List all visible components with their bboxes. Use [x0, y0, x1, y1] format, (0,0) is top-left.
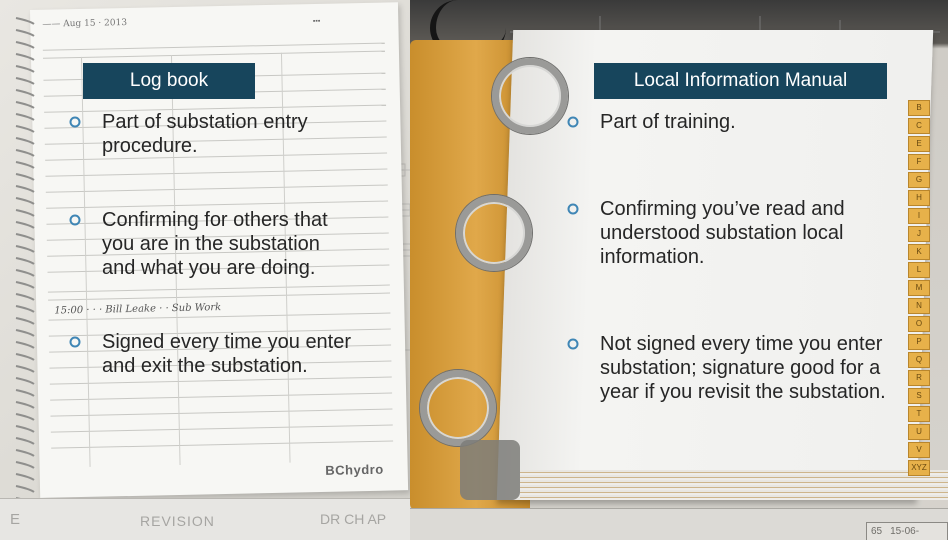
bchydro-logo: BChydro	[325, 461, 384, 478]
manual-bullet-text: Confirming you’ve read and understood su…	[600, 198, 845, 268]
binder-page-edges	[520, 470, 948, 500]
blueprint-revision-label: REVISION	[140, 513, 215, 529]
binder-ring-mechanism	[460, 440, 520, 500]
blueprint-sheet-bottom: E REVISION DR CH AP	[0, 498, 410, 540]
binder-ring-middle	[456, 195, 532, 271]
blueprint-stamp: 65 15-06-	[866, 522, 948, 540]
blueprint-letter: E	[10, 511, 21, 528]
index-tabs: BCE FGH IJK LMN OPQ RST U V XYZ	[908, 100, 932, 490]
circle-bullet-icon	[567, 116, 579, 128]
circle-bullet-icon	[567, 338, 579, 350]
log-book-bullet-text: Confirming for others that you are in th…	[102, 209, 328, 279]
manual-bullet: Confirming you’ve read and understood su…	[566, 197, 896, 269]
log-book-title: Log book	[83, 63, 255, 99]
manual-bullet-text: Not signed every time you enter substati…	[600, 333, 886, 403]
spiral-binding	[15, 17, 35, 505]
slide: —— Aug 15 · 2013 ▪▪▪ 15:00 · · · Bill Le…	[0, 0, 948, 540]
log-book-bullet: Confirming for others that you are in th…	[68, 208, 358, 280]
circle-bullet-icon	[69, 214, 81, 226]
circle-bullet-icon	[567, 203, 579, 215]
log-book-bullet-text: Signed every time you enter and exit the…	[102, 331, 352, 377]
notebook-header-logo: ▪▪▪	[312, 17, 321, 26]
log-book-bullet-text: Part of substation entry procedure.	[102, 111, 308, 157]
log-book-bullet-list: Part of substation entry procedure. Conf…	[68, 110, 358, 378]
manual-bullet: Part of training.	[566, 110, 896, 134]
log-book-bullet: Part of substation entry procedure.	[68, 110, 358, 158]
binder-ring-bottom	[420, 370, 496, 446]
blueprint-columns: DR CH AP	[320, 511, 387, 527]
manual-bullet-text: Part of training.	[600, 111, 736, 133]
circle-bullet-icon	[69, 336, 81, 348]
manual-bullet: Not signed every time you enter substati…	[566, 332, 896, 404]
binder-ring-top	[492, 58, 568, 134]
circle-bullet-icon	[69, 116, 81, 128]
log-book-bullet: Signed every time you enter and exit the…	[68, 330, 358, 378]
notebook-date-handwriting: —— Aug 15 · 2013	[42, 17, 128, 30]
local-information-manual-title: Local Information Manual	[594, 63, 887, 99]
local-information-manual-bullet-list: Part of training. Confirming you’ve read…	[566, 110, 896, 404]
